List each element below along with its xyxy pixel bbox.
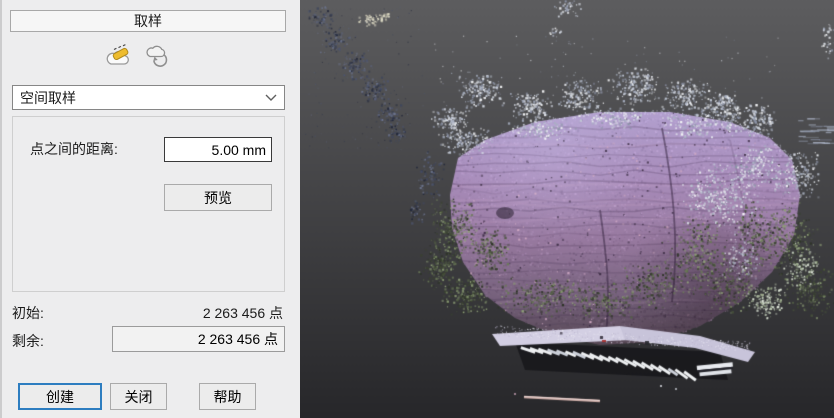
cloud-refresh-icon: [143, 43, 171, 69]
panel-title: 取样: [10, 10, 286, 32]
sampling-dialog-window: 取样 空间取样: [0, 0, 834, 418]
preview-button[interactable]: 预览: [164, 184, 272, 211]
sampling-method-select[interactable]: 空间取样: [12, 85, 285, 110]
initial-value: 2 263 456 点: [203, 303, 283, 323]
chevron-down-icon: [265, 94, 277, 101]
sampling-method-value: 空间取样: [20, 88, 76, 108]
help-button[interactable]: 帮助: [199, 383, 256, 410]
close-button[interactable]: 关闭: [110, 383, 167, 410]
sampling-panel: 取样 空间取样: [0, 0, 300, 418]
sample-brush-button[interactable]: [104, 42, 134, 70]
cloud-refresh-button[interactable]: [142, 42, 172, 70]
remaining-label: 剩余:: [12, 331, 44, 351]
toolbar: [104, 42, 172, 70]
viewport-3d: [300, 0, 834, 418]
spacing-input[interactable]: [164, 137, 272, 162]
initial-label: 初始:: [12, 303, 44, 323]
create-button[interactable]: 创建: [18, 383, 102, 410]
remaining-field[interactable]: [112, 326, 285, 352]
sample-brush-icon: [105, 43, 133, 69]
point-cloud-canvas[interactable]: [300, 0, 834, 418]
spacing-label: 点之间的距离:: [30, 139, 118, 159]
